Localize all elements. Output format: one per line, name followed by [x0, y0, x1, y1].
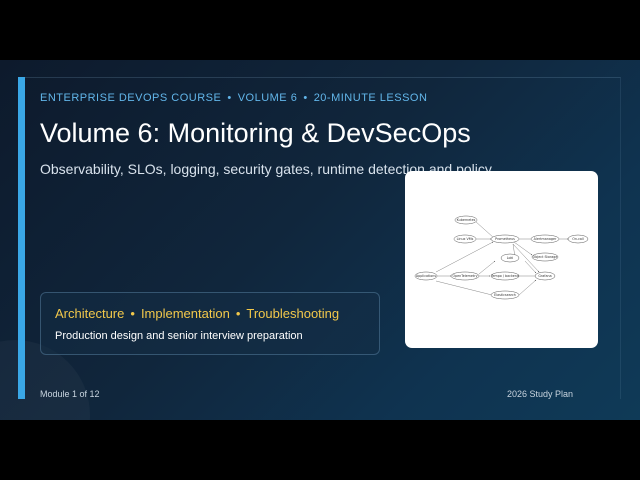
node-label-applications: Applications	[416, 274, 436, 278]
course-kicker: ENTERPRISE DEVOPS COURSE • VOLUME 6 • 20-MIN…	[40, 92, 427, 104]
node-label-loki: Loki	[507, 256, 514, 260]
slide-title: Volume 6: Monitoring & DevSecOps	[40, 118, 471, 148]
accent-bar	[18, 77, 25, 399]
node-label-grafana: Grafana	[538, 274, 551, 278]
node-label-kubernetes: Kubernetes	[457, 218, 476, 222]
node-label-otelcollector: OpenTelemetry	[452, 274, 477, 278]
kicker-separator: •	[227, 92, 232, 104]
topic-implementation: Implementation	[140, 306, 230, 321]
lesson-slide: ENTERPRISE DEVOPS COURSE • VOLUME 6 • 20-MIN…	[0, 60, 640, 420]
kicker-duration: 20-MINUTE LESSON	[313, 92, 428, 104]
topics-box: Architecture • Implementation • Troubleshoot…	[40, 292, 380, 355]
kicker-separator: •	[303, 92, 308, 104]
study-plan-label: 2026 Study Plan	[507, 389, 574, 399]
module-counter: Module 1 of 12	[40, 389, 100, 399]
topic-troubleshooting: Troubleshooting	[246, 306, 340, 321]
topics-subtitle: Production design and senior interview p…	[55, 330, 303, 342]
node-label-tempo: Tempo / backend	[490, 274, 519, 278]
node-label-linuxvms: Linux VMs	[457, 237, 474, 241]
node-label-prometheus: Prometheus	[495, 237, 515, 241]
kicker-course: ENTERPRISE DEVOPS COURSE	[40, 92, 222, 104]
topic-list: Architecture • Implementation • Troubleshoot…	[55, 306, 339, 321]
topic-separator: •	[235, 306, 241, 321]
node-label-objectstorage: Object Storage	[533, 255, 558, 259]
architecture-diagram: Kubernetes Linux VMs Prometheus Alertman…	[405, 171, 598, 348]
kicker-volume: VOLUME 6	[237, 92, 298, 104]
node-label-oncall: On-call	[572, 237, 584, 241]
node-label-elasticsearch: Elasticsearch	[494, 293, 516, 297]
node-label-alertmanager: Alertmanager	[534, 237, 557, 241]
topic-architecture: Architecture	[55, 306, 125, 321]
topic-separator: •	[130, 306, 135, 321]
diagram-svg: Kubernetes Linux VMs Prometheus Alertman…	[414, 215, 589, 300]
